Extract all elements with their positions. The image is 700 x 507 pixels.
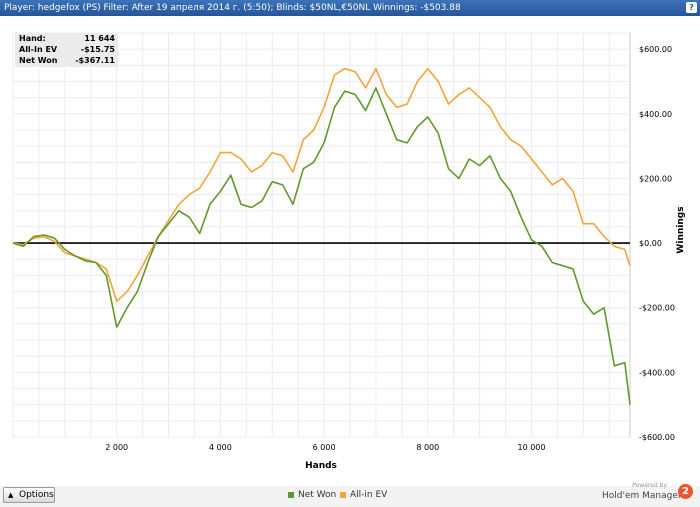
- hem-logo-icon: 2: [678, 484, 693, 499]
- legend-swatch: [340, 491, 346, 498]
- y-tick-label: -$600.00: [639, 433, 675, 442]
- brand-name: Hold'em Manager: [602, 491, 682, 501]
- stats-label: Hand:: [19, 34, 46, 43]
- chart-grid: [12, 32, 631, 438]
- y-tick-label: $200.00: [639, 174, 672, 183]
- plot-area: [12, 32, 631, 438]
- powered-by: Powered by Hold'em Manager 2: [602, 482, 697, 504]
- stats-box: Hand: 11 644 All-In EV -$15.75 Net Won -…: [15, 33, 118, 67]
- y-tick-label: $0.00: [639, 239, 662, 248]
- legend-item-net-won[interactable]: Net Won: [288, 490, 336, 500]
- stats-label: All-In EV: [19, 45, 58, 54]
- x-tick-label: 8 000: [416, 443, 439, 452]
- stats-row-hands: Hand: 11 644: [15, 33, 118, 44]
- stats-value: -$15.75: [80, 45, 115, 54]
- winnings-chart: 2 000 4 000 6 000 8 000 10 000 $600.00 $400.00…: [12, 32, 686, 471]
- chart-legend: Net Won All-in EV: [0, 490, 700, 502]
- y-axis-label: Winnings: [676, 206, 686, 253]
- legend-label: Net Won: [298, 490, 337, 500]
- legend-label: All-in EV: [350, 490, 388, 500]
- stats-value: -$367.11: [75, 56, 115, 65]
- y-tick-label: -$200.00: [639, 304, 675, 313]
- stats-label: Net Won: [19, 56, 58, 65]
- legend-swatch: [288, 491, 294, 498]
- x-axis-label: Hands: [305, 461, 337, 471]
- x-tick-label: 6 000: [313, 443, 336, 452]
- y-tick-label: -$400.00: [639, 368, 675, 377]
- legend-item-all-in-ev[interactable]: All-in EV: [340, 490, 387, 500]
- stats-value: 11 644: [84, 34, 115, 43]
- y-tick-label: $400.00: [639, 110, 672, 119]
- stats-row-net-won: Net Won -$367.11: [15, 55, 118, 66]
- powered-by-text: Powered by: [632, 482, 667, 489]
- x-tick-label: 10 000: [517, 443, 545, 452]
- stats-row-allin-ev: All-In EV -$15.75: [15, 44, 118, 55]
- x-tick-label: 2 000: [105, 443, 128, 452]
- y-tick-label: $600.00: [639, 45, 672, 54]
- x-tick-label: 4 000: [209, 443, 232, 452]
